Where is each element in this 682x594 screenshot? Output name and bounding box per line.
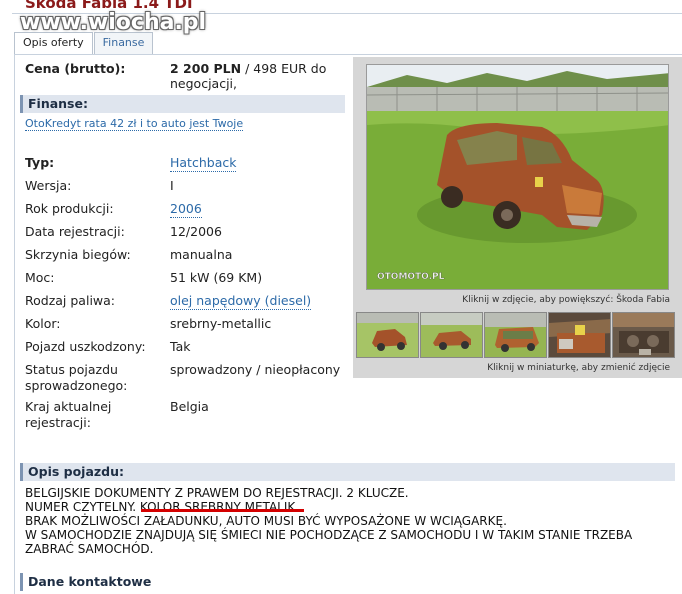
- thumbnail[interactable]: [356, 312, 419, 358]
- spec-value-link[interactable]: olej napędowy (diesel): [170, 293, 312, 310]
- spec-label: Typ:: [25, 155, 55, 170]
- thumbnail[interactable]: [612, 312, 675, 358]
- spec-label: Moc:: [25, 270, 55, 285]
- vehicle-description: BELGIJSKIE DOKUMENTY Z PRAWEM DO REJESTR…: [25, 486, 675, 556]
- thumbnails-caption: Kliknij w miniaturkę, aby zmienić zdjęci…: [487, 363, 670, 373]
- description-line: BELGIJSKIE DOKUMENTY Z PRAWEM DO REJESTR…: [25, 486, 409, 500]
- tab-offer-description[interactable]: Opis oferty: [14, 32, 93, 55]
- spec-value: Belgia: [170, 399, 209, 414]
- description-line: NUMER CZYTELNY. KOLOR SREBRNY METALIK.: [25, 500, 300, 514]
- description-section-heading: Opis pojazdu:: [20, 463, 675, 481]
- site-watermark: www.wiocha.pl: [20, 10, 207, 35]
- main-photo-caption: Kliknij w zdjęcie, aby powiększyć: Škoda…: [462, 295, 670, 305]
- spec-value: 12/2006: [170, 224, 222, 239]
- spec-value: Tak: [170, 339, 191, 354]
- thumbnail-strip: [356, 312, 676, 358]
- description-line: W SAMOCHODZIE ZNAJDUJĄ SIĘ ŚMIECI NIE PO…: [25, 528, 633, 542]
- offer-tabs: Opis oferty Finanse: [14, 32, 154, 55]
- photo-watermark: OTOMOTO.PL: [377, 272, 445, 282]
- otokredyt-link[interactable]: OtoKredyt rata 42 zł i to auto jest Twoj…: [25, 117, 244, 131]
- main-car-photo[interactable]: OTOMOTO.PL: [366, 64, 669, 290]
- spec-label: Kraj aktualnej rejestracji:: [25, 399, 112, 430]
- contact-section-heading: Dane kontaktowe: [20, 573, 675, 591]
- spec-value-link[interactable]: Hatchback: [170, 155, 237, 172]
- spec-value: 51 kW (69 KM): [170, 270, 263, 285]
- spec-value-link[interactable]: 2006: [170, 201, 202, 218]
- spec-value: manualna: [170, 247, 233, 262]
- spec-value: srebrny-metallic: [170, 316, 272, 331]
- spec-label: Wersja:: [25, 178, 72, 193]
- red-annotation-underline: [141, 509, 304, 512]
- thumbnail[interactable]: [484, 312, 547, 358]
- spec-label: Skrzynia biegów:: [25, 247, 131, 262]
- spec-label: Status pojazdu sprowadzonego:: [25, 362, 128, 393]
- finance-section-heading: Finanse:: [20, 95, 345, 113]
- price-value: 2 200 PLN / 498 EUR do negocjacji,: [170, 61, 355, 91]
- tab-finance[interactable]: Finanse: [93, 32, 154, 54]
- description-line: ZABRAĆ SAMOCHÓD.: [25, 542, 154, 556]
- spec-label: Pojazd uszkodzony:: [25, 339, 146, 354]
- price-label: Cena (brutto):: [25, 61, 126, 76]
- photo-gallery: OTOMOTO.PL Kliknij w zdjęcie, aby powięk…: [353, 57, 682, 378]
- thumbnail[interactable]: [420, 312, 483, 358]
- spec-value: sprowadzony / nieopłacony: [170, 362, 341, 377]
- spec-label: Rodzaj paliwa:: [25, 293, 116, 308]
- spec-label: Rok produkcji:: [25, 201, 114, 216]
- price-pln: 2 200 PLN: [170, 61, 242, 76]
- spec-label: Kolor:: [25, 316, 61, 331]
- description-line: BRAK MOŻLIWOŚCI ZAŁADUNKU, AUTO MUSI BYĆ…: [25, 514, 507, 528]
- thumbnail[interactable]: [548, 312, 611, 358]
- spec-label: Data rejestracji:: [25, 224, 125, 239]
- spec-value: I: [170, 178, 174, 193]
